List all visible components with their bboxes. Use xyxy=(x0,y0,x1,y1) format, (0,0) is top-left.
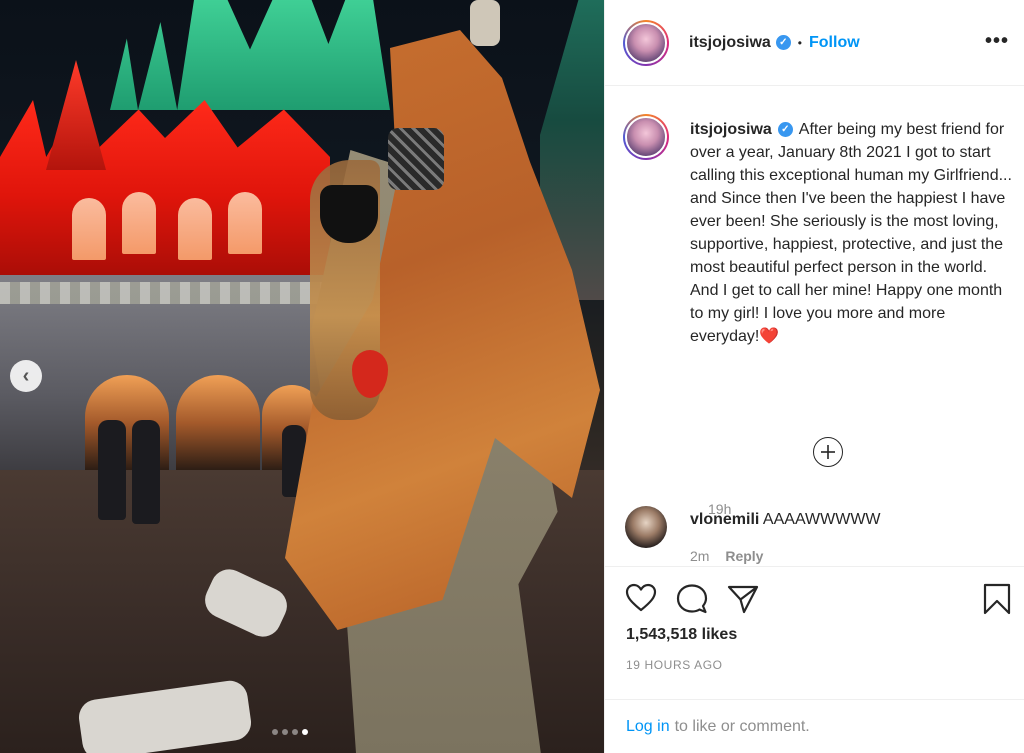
caption-username[interactable]: itsjojosiwa xyxy=(690,121,772,138)
carousel-prev-button[interactable]: ‹ xyxy=(10,360,42,392)
login-link[interactable]: Log in xyxy=(626,718,670,736)
caption-text-block: itsjojosiwa ✓ After being my best friend f… xyxy=(690,118,1015,348)
reply-button[interactable]: Reply xyxy=(725,548,763,564)
like-count[interactable]: 1,543,518 likes xyxy=(626,626,737,644)
castle-red-spire xyxy=(46,60,106,170)
comment-bubble-icon xyxy=(676,584,708,614)
castle-arch xyxy=(176,375,260,471)
castle-window xyxy=(122,192,156,254)
castle-red-facade xyxy=(0,100,330,290)
comment-item: vlonemili AAAAWWWWW 2m Reply xyxy=(625,506,1015,564)
post-photo[interactable]: ‹ xyxy=(0,0,604,753)
carousel-dot xyxy=(292,729,298,735)
login-prompt: Log in to like or comment. xyxy=(605,699,1024,753)
castle-window xyxy=(178,198,212,260)
paper-plane-icon xyxy=(727,585,759,614)
more-options-icon[interactable]: ••• xyxy=(985,30,1009,53)
follow-button[interactable]: Follow xyxy=(809,34,860,52)
black-face-mask xyxy=(320,185,378,243)
castle-window xyxy=(72,198,106,260)
costume-antler xyxy=(470,0,500,46)
load-more-comments-button[interactable] xyxy=(813,437,843,467)
comment-meta: 2m Reply xyxy=(690,548,763,564)
caption-author-avatar[interactable] xyxy=(623,114,669,160)
bystander xyxy=(132,420,160,524)
carousel-dot xyxy=(282,729,288,735)
patterned-face-mask xyxy=(388,128,444,190)
bystander xyxy=(98,420,126,520)
post-header: itsjojosiwa ✓ • Follow ••• xyxy=(605,0,1024,86)
verified-badge-icon: ✓ xyxy=(775,35,791,50)
separator-dot: • xyxy=(797,35,802,50)
heart-icon xyxy=(625,583,657,612)
comment-body: AAAAWWWWW xyxy=(762,511,881,528)
carousel-indicator xyxy=(272,729,308,735)
castle-green-spires xyxy=(110,0,390,110)
comment-timestamp: 2m xyxy=(690,548,710,564)
chevron-left-icon: ‹ xyxy=(22,365,30,387)
comment-button[interactable] xyxy=(676,583,708,615)
plus-icon xyxy=(821,445,835,459)
commenter-username[interactable]: vlonemili xyxy=(690,511,759,528)
save-button[interactable] xyxy=(983,583,1011,615)
comment-text: vlonemili AAAAWWWWW xyxy=(690,511,881,529)
castle-window xyxy=(228,192,262,254)
author-avatar[interactable] xyxy=(623,19,669,66)
like-button[interactable] xyxy=(625,583,657,613)
commenter-avatar[interactable] xyxy=(625,506,667,548)
castle-garland xyxy=(0,282,330,304)
login-prompt-text: to like or comment. xyxy=(674,718,810,735)
post-detail-panel: itsjojosiwa ✓ • Follow ••• itsjojosiwa ✓ A… xyxy=(604,0,1024,753)
post-timestamp[interactable]: 19 HOURS AGO xyxy=(626,658,723,672)
caption-body: After being my best friend for over a ye… xyxy=(690,121,1012,345)
verified-badge-icon: ✓ xyxy=(777,122,793,138)
author-username[interactable]: itsjojosiwa xyxy=(689,34,771,52)
carousel-dot xyxy=(302,729,308,735)
post-actions: 1,543,518 likes 19 HOURS AGO Log in to l… xyxy=(605,566,1024,753)
bookmark-icon xyxy=(983,583,1011,615)
carousel-dot xyxy=(272,729,278,735)
share-button[interactable] xyxy=(727,584,759,614)
